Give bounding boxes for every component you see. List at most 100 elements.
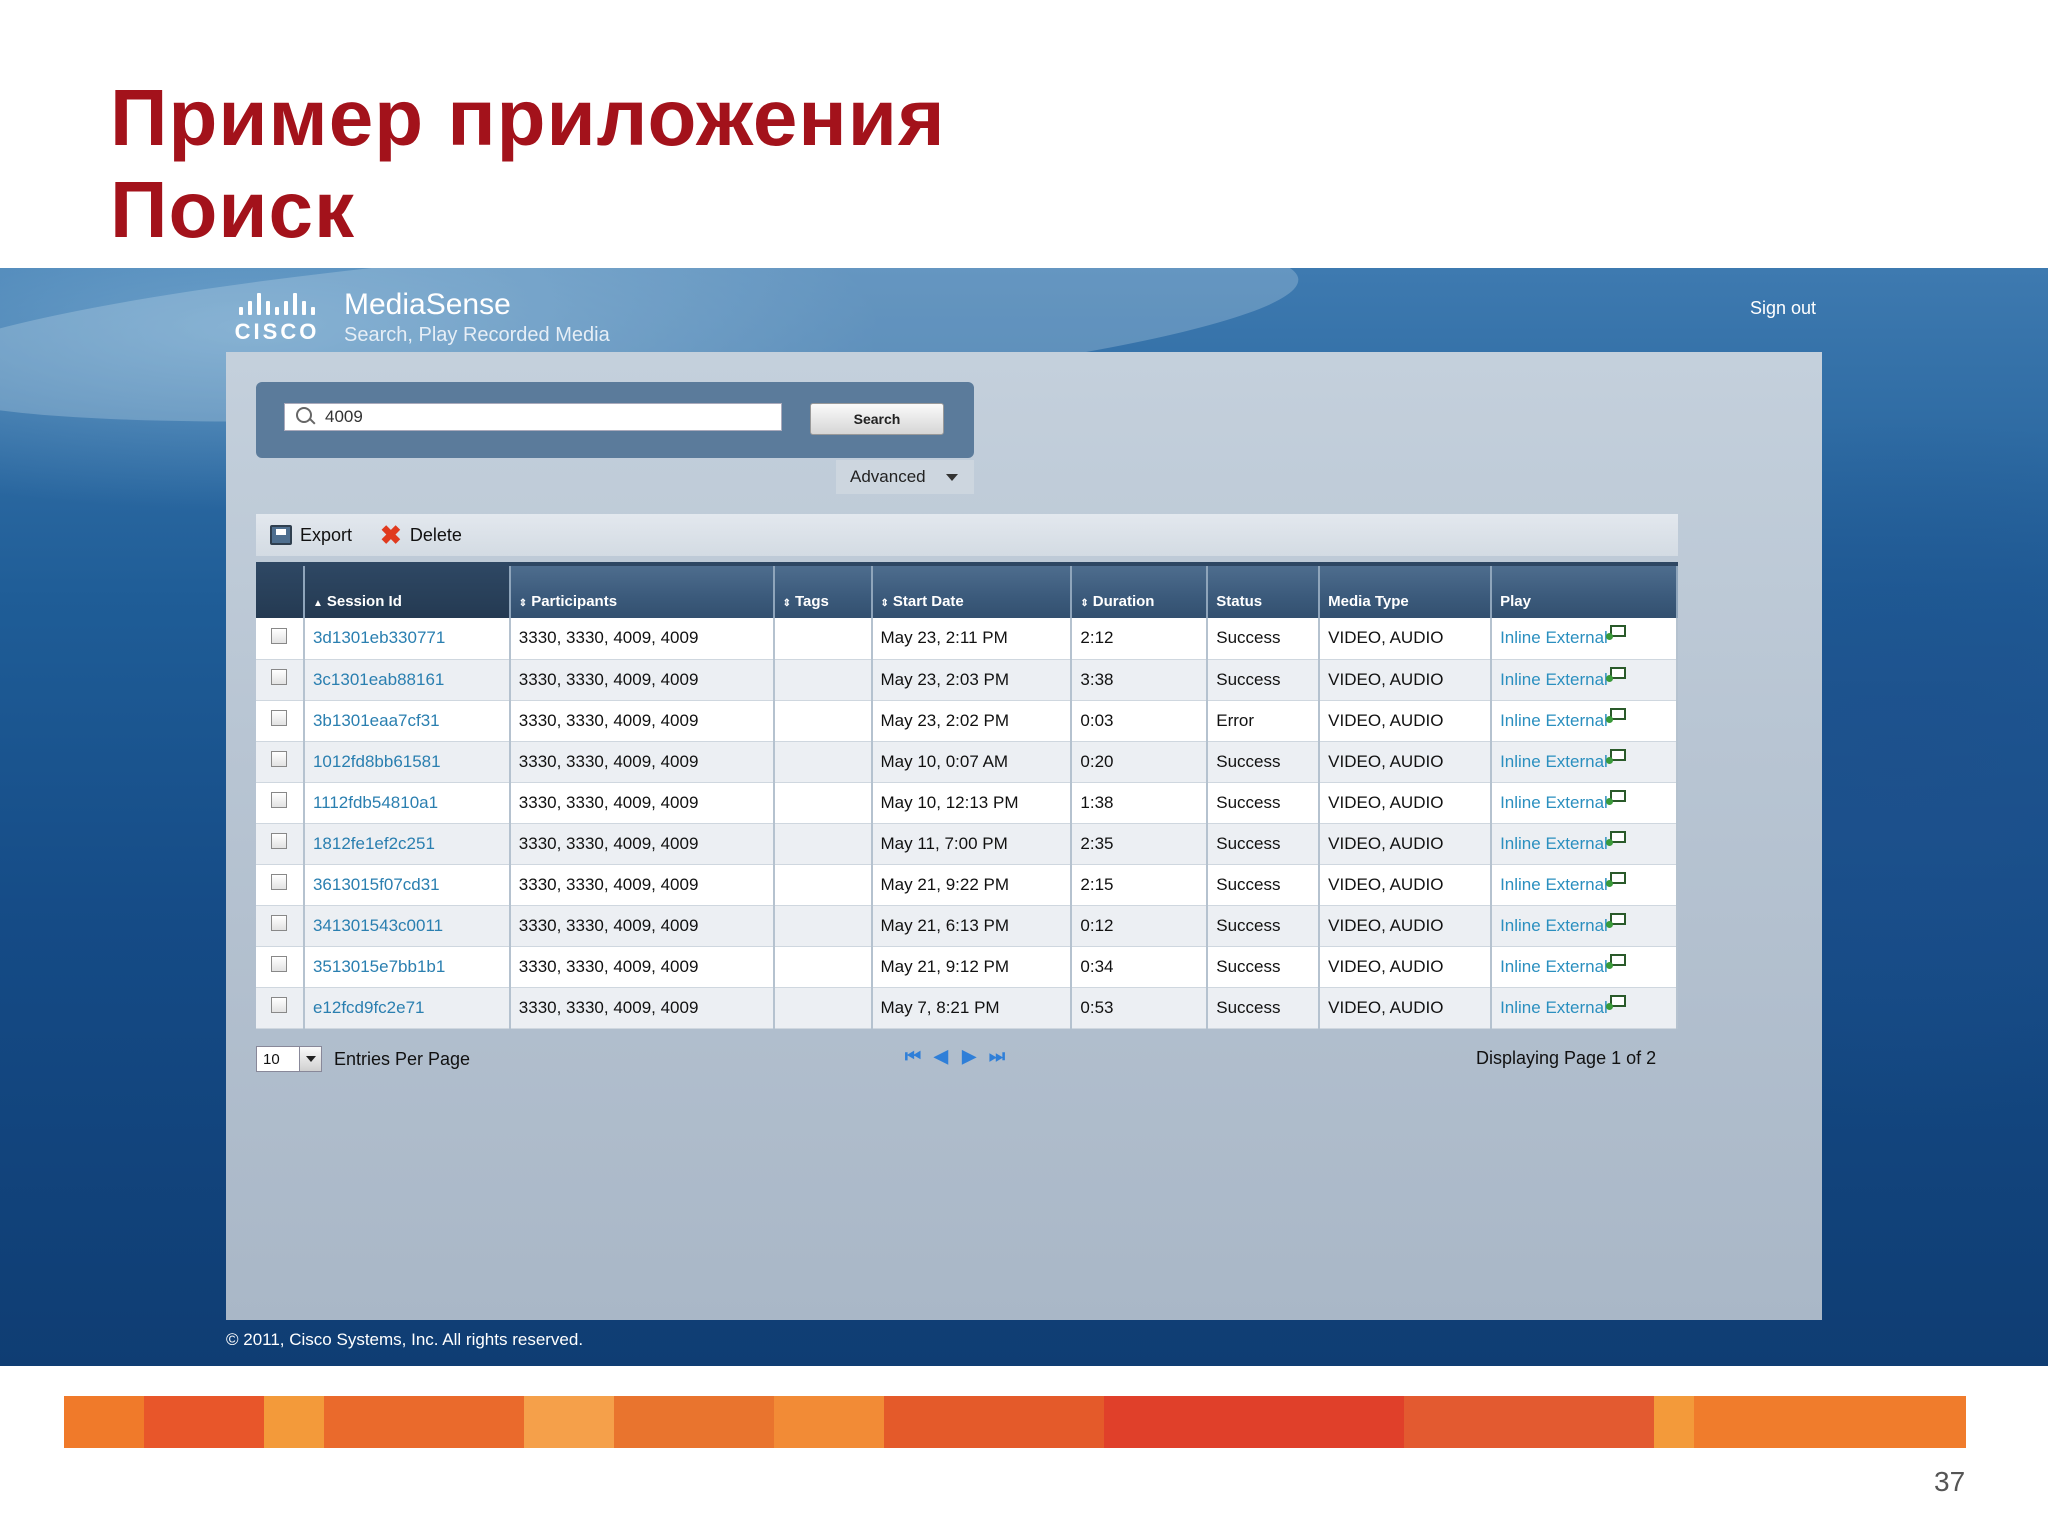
slide-title: Пример приложения Поиск: [110, 72, 946, 256]
delete-button[interactable]: ✖ Delete: [380, 522, 462, 548]
play-external-link[interactable]: External: [1545, 670, 1607, 689]
session-id-link[interactable]: 3513015e7bb1b1: [303, 946, 511, 988]
play-external-link[interactable]: External: [1545, 916, 1607, 935]
external-window-icon[interactable]: [1605, 707, 1626, 723]
next-page-icon[interactable]: ▶: [960, 1046, 978, 1067]
play-inline-link[interactable]: Inline: [1500, 957, 1541, 976]
header-participants[interactable]: ⇕ Participants: [509, 562, 775, 618]
table-row[interactable]: 3613015f07cd31 3330, 3330, 4009, 4009 May …: [256, 864, 1678, 906]
media-type-cell: VIDEO, AUDIO: [1319, 782, 1493, 824]
duration-cell: 1:38: [1071, 782, 1209, 824]
search-input[interactable]: [325, 407, 765, 427]
header-duration[interactable]: ⇕ Duration: [1071, 562, 1209, 618]
header-status[interactable]: Status: [1207, 562, 1321, 618]
duration-cell: 2:15: [1071, 864, 1209, 906]
play-inline-link[interactable]: Inline: [1500, 834, 1541, 853]
session-id-link[interactable]: 1012fd8bb61581: [303, 741, 511, 783]
table-row[interactable]: 1012fd8bb61581 3330, 3330, 4009, 4009 May …: [256, 741, 1678, 783]
session-id-link[interactable]: 3c1301eab88161: [303, 659, 511, 701]
external-window-icon[interactable]: [1605, 748, 1626, 764]
row-checkbox[interactable]: [271, 956, 288, 972]
start-date-cell: May 21, 6:13 PM: [871, 905, 1073, 947]
external-window-icon[interactable]: [1605, 994, 1626, 1010]
last-page-icon[interactable]: ⏭: [988, 1046, 1006, 1067]
play-inline-link[interactable]: Inline: [1500, 670, 1541, 689]
play-external-link[interactable]: External: [1545, 834, 1607, 853]
signout-link[interactable]: Sign out: [1750, 298, 1816, 319]
session-id-link[interactable]: 3d1301eb330771: [303, 618, 511, 660]
row-checkbox-cell: [256, 741, 305, 783]
advanced-toggle[interactable]: Advanced: [836, 460, 974, 494]
play-inline-link[interactable]: Inline: [1500, 916, 1541, 935]
play-external-link[interactable]: External: [1545, 752, 1607, 771]
external-window-icon[interactable]: [1605, 871, 1626, 887]
play-external-link[interactable]: External: [1545, 793, 1607, 812]
play-inline-link[interactable]: Inline: [1500, 628, 1541, 647]
row-checkbox[interactable]: [271, 997, 288, 1013]
header-tags[interactable]: ⇕ Tags: [773, 562, 873, 618]
play-external-link[interactable]: External: [1545, 711, 1607, 730]
row-checkbox[interactable]: [271, 792, 288, 808]
first-page-icon[interactable]: ⏮: [904, 1046, 922, 1067]
play-external-link[interactable]: External: [1545, 875, 1607, 894]
session-id-link[interactable]: 3613015f07cd31: [303, 864, 511, 906]
row-checkbox[interactable]: [271, 833, 288, 849]
play-inline-link[interactable]: Inline: [1500, 998, 1541, 1017]
play-inline-link[interactable]: Inline: [1500, 875, 1541, 894]
play-external-link[interactable]: External: [1545, 998, 1607, 1017]
entries-select[interactable]: 10: [256, 1046, 322, 1072]
session-id-link[interactable]: 1812fe1ef2c251: [303, 823, 511, 865]
table-row[interactable]: 3b1301eaa7cf31 3330, 3330, 4009, 4009 May …: [256, 700, 1678, 742]
table-row[interactable]: 1112fdb54810a1 3330, 3330, 4009, 4009 May …: [256, 782, 1678, 824]
table-row[interactable]: 3513015e7bb1b1 3330, 3330, 4009, 4009 May …: [256, 946, 1678, 988]
play-inline-link[interactable]: Inline: [1500, 752, 1541, 771]
session-id-link[interactable]: 3b1301eaa7cf31: [303, 700, 511, 742]
table-row[interactable]: 3d1301eb330771 3330, 3330, 4009, 4009 May …: [256, 618, 1678, 660]
search-button[interactable]: Search: [810, 403, 944, 435]
participants-cell: 3330, 3330, 4009, 4009: [509, 618, 775, 660]
duration-cell: 0:34: [1071, 946, 1209, 988]
start-date-cell: May 10, 0:07 AM: [871, 741, 1073, 783]
play-external-link[interactable]: External: [1545, 628, 1607, 647]
row-checkbox[interactable]: [271, 751, 288, 767]
play-inline-link[interactable]: Inline: [1500, 793, 1541, 812]
media-type-cell: VIDEO, AUDIO: [1319, 618, 1493, 660]
table-row[interactable]: 341301543c0011 3330, 3330, 4009, 4009 May …: [256, 905, 1678, 947]
tags-cell: [773, 782, 873, 824]
external-window-icon[interactable]: [1605, 666, 1626, 682]
external-window-icon[interactable]: [1605, 789, 1626, 805]
external-window-icon[interactable]: [1605, 625, 1626, 641]
external-window-icon[interactable]: [1605, 830, 1626, 846]
session-id-link[interactable]: 1112fdb54810a1: [303, 782, 511, 824]
row-checkbox-cell: [256, 700, 305, 742]
external-window-icon[interactable]: [1605, 953, 1626, 969]
external-window-icon[interactable]: [1605, 912, 1626, 928]
session-id-link[interactable]: 341301543c0011: [303, 905, 511, 947]
search-field[interactable]: [284, 403, 782, 431]
header-session-id[interactable]: ▲ Session Id: [303, 562, 511, 618]
row-checkbox[interactable]: [271, 915, 288, 931]
session-id-link[interactable]: e12fcd9fc2e71: [303, 987, 511, 1029]
table-row[interactable]: 1812fe1ef2c251 3330, 3330, 4009, 4009 May …: [256, 823, 1678, 865]
play-inline-link[interactable]: Inline: [1500, 711, 1541, 730]
row-checkbox[interactable]: [271, 710, 288, 726]
duration-cell: 0:20: [1071, 741, 1209, 783]
header-media-type[interactable]: Media Type: [1319, 562, 1493, 618]
tags-cell: [773, 823, 873, 865]
export-button[interactable]: Export: [270, 525, 352, 546]
table-row[interactable]: e12fcd9fc2e71 3330, 3330, 4009, 4009 May 7…: [256, 987, 1678, 1029]
row-checkbox-cell: [256, 987, 305, 1029]
play-external-link[interactable]: External: [1545, 957, 1607, 976]
media-type-cell: VIDEO, AUDIO: [1319, 741, 1493, 783]
status-cell: Success: [1207, 987, 1321, 1029]
row-checkbox[interactable]: [271, 669, 288, 685]
status-cell: Success: [1207, 823, 1321, 865]
status-cell: Error: [1207, 700, 1321, 742]
table-row[interactable]: 3c1301eab88161 3330, 3330, 4009, 4009 May …: [256, 659, 1678, 701]
status-cell: Success: [1207, 782, 1321, 824]
header-start-date[interactable]: ⇕ Start Date: [871, 562, 1073, 618]
row-checkbox[interactable]: [271, 627, 288, 644]
prev-page-icon[interactable]: ◀: [932, 1046, 950, 1067]
row-checkbox[interactable]: [271, 874, 288, 890]
play-cell: Inline External: [1491, 618, 1678, 660]
